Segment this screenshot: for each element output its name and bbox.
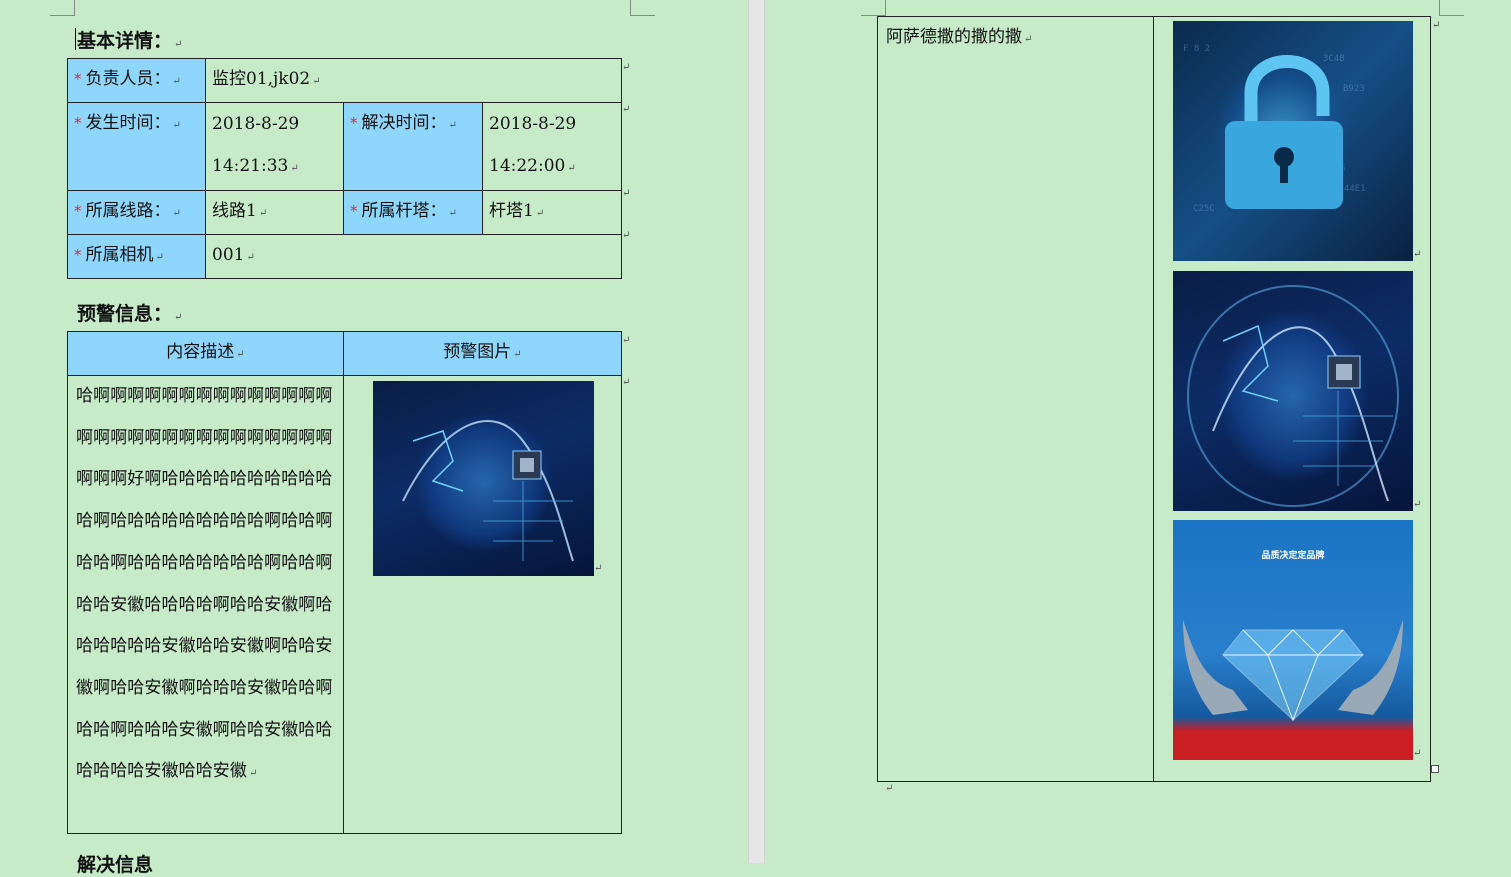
row-end-mark: ↵ [622, 62, 631, 73]
resolve-info-heading: 解决信息 [77, 854, 154, 876]
row-end-mark: ↵ [622, 377, 631, 388]
text-cell[interactable]: 阿萨德撒的撒的撒 ↵ [877, 16, 1154, 782]
circuit-graphic [1187, 285, 1399, 507]
svg-text:B923: B923 [1343, 84, 1365, 94]
basic-info-table: * 负责人员： ↵ 监控01,jk02 ↵ * 发生时间： ↵ 2018-8-29 14:2… [67, 58, 622, 279]
images-cell: 3C4BB923F 8 2 EA53254144E1C25C [1153, 16, 1431, 782]
row-end-mark: ↵ [622, 188, 631, 199]
description-column-header: 内容描述 ↵ [67, 331, 344, 376]
tower-value-cell[interactable]: 杆塔1 ↵ [482, 190, 622, 235]
padlock-graphic: 3C4BB923F 8 2 EA53254144E1C25C [1183, 44, 1366, 214]
required-icon: * [74, 70, 82, 88]
paragraph-mark: ↵ [885, 783, 894, 794]
required-icon: * [74, 202, 82, 220]
occur-time-label-cell: * 发生时间： ↵ [67, 102, 206, 191]
image-end-mark: ↵ [1413, 748, 1422, 759]
warning-info-table: 内容描述 ↵ 预警图片 ↵ 哈啊啊啊啊啊啊啊啊啊啊啊啊啊啊啊啊啊啊啊啊啊啊啊啊啊啊啊… [67, 331, 622, 834]
resolve-time-value-cell[interactable]: 2018-8-29 14:22:00 ↵ [482, 102, 622, 191]
required-icon: * [74, 246, 82, 264]
row-end-mark: ↵ [622, 230, 631, 241]
circuit-board-image-large[interactable] [1173, 271, 1413, 511]
image-column-header: 预警图片 ↵ [343, 331, 622, 376]
image-end-mark: ↵ [1413, 249, 1422, 260]
text-cursor [75, 28, 76, 50]
image-table: 阿萨德撒的撒的撒↵ 3C4BB923F 8 2 EA53254144E1C25C [877, 16, 1431, 782]
row-end-mark: ↵ [1432, 20, 1441, 31]
circuit-board-image[interactable] [373, 381, 594, 576]
row-end-mark: ↵ [622, 335, 631, 346]
svg-text:3C4B: 3C4B [1323, 54, 1345, 64]
crop-mark [861, 0, 886, 16]
crop-mark [630, 0, 655, 16]
crop-mark [1439, 0, 1464, 16]
document-page-left: 基本详情： ↵ * 负责人员： ↵ 监控01,jk02 ↵ * 发生时间： ↵ 2018-8… [0, 0, 748, 876]
required-icon: * [350, 114, 358, 132]
table-resize-handle[interactable] [1431, 765, 1439, 773]
image-end-mark: ↵ [1413, 499, 1422, 510]
warning-info-heading: 预警信息： ↵ [77, 303, 183, 325]
padlock-image[interactable]: 3C4BB923F 8 2 EA53254144E1C25C [1173, 21, 1413, 261]
document-page-right: 阿萨德撒的撒的撒↵ 3C4BB923F 8 2 EA53254144E1C25C [765, 0, 1511, 863]
circuit-graphic [402, 420, 574, 562]
required-icon: * [350, 202, 358, 220]
crop-mark [50, 0, 75, 16]
diamond-hands-image[interactable]: 品质决定定品牌 [1173, 520, 1413, 760]
row-end-mark: ↵ [622, 104, 631, 115]
image-end-mark: ↵ [594, 563, 603, 574]
line-label-cell: * 所属线路： ↵ [67, 190, 206, 235]
occur-time-value-cell[interactable]: 2018-8-29 14:21:33 ↵ [205, 102, 344, 191]
svg-text:C25C: C25C [1193, 204, 1215, 214]
svg-text:F 8 2: F 8 2 [1183, 44, 1210, 54]
resolve-time-label-cell: * 解决时间： ↵ [343, 102, 483, 191]
responsible-label-cell: * 负责人员： ↵ [67, 58, 206, 103]
camera-value-cell[interactable]: 001 ↵ [205, 234, 622, 279]
required-icon: * [74, 114, 82, 132]
page-gap [748, 0, 765, 863]
description-cell[interactable]: 哈啊啊啊啊啊啊啊啊啊啊啊啊啊啊啊啊啊啊啊啊啊啊啊啊啊啊啊啊啊啊啊啊好啊哈哈哈哈哈… [67, 375, 344, 834]
responsible-value-cell[interactable]: 监控01,jk02 ↵ [205, 58, 622, 103]
basic-details-heading: 基本详情： ↵ [77, 30, 183, 52]
image-caption: 品质决定定品牌 [1261, 551, 1325, 561]
camera-label-cell: * 所属相机 ↵ [67, 234, 206, 279]
line-value-cell[interactable]: 线路1 ↵ [205, 190, 344, 235]
tower-label-cell: * 所属杆塔： ↵ [343, 190, 483, 235]
warning-image-cell [343, 375, 622, 834]
